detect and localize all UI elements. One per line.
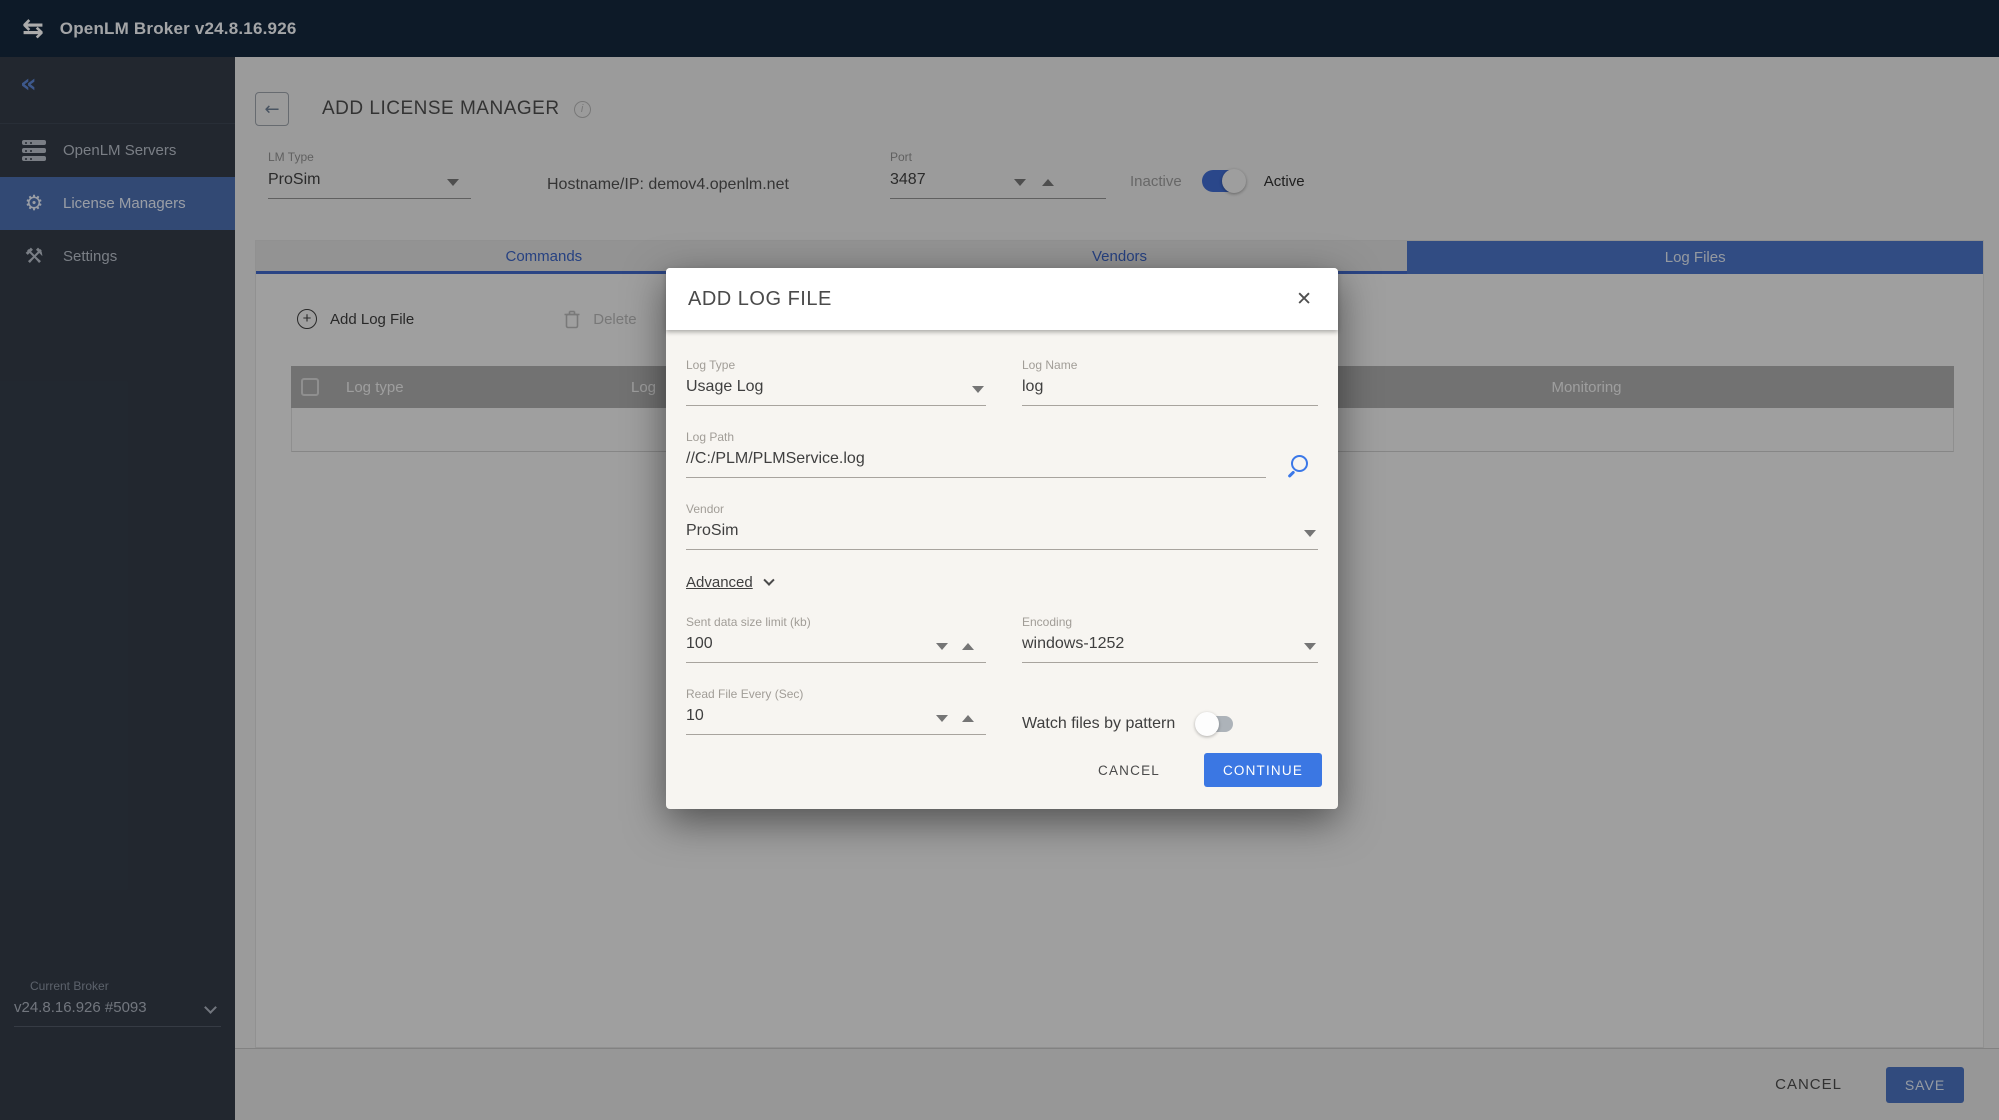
log-path-label: Log Path [686,430,1266,444]
dropdown-arrow-icon[interactable] [972,386,984,393]
dialog-continue-button[interactable]: CONTINUE [1204,753,1322,787]
encoding-label: Encoding [1022,615,1318,629]
dialog-header: ADD LOG FILE ✕ [666,268,1338,330]
dialog-cancel-button[interactable]: CANCEL [1084,755,1174,786]
vendor-select[interactable]: Vendor ProSim [686,502,1318,550]
vendor-label: Vendor [686,502,1318,516]
dialog-title: ADD LOG FILE [688,288,832,311]
app-root: ⇆ OpenLM Broker v24.8.16.926 « OpenLM Se… [0,0,1999,1120]
log-type-label: Log Type [686,358,986,372]
read-file-every-stepper[interactable]: Read File Every (Sec) 10 [686,687,986,735]
spinner-up-icon[interactable] [962,715,974,722]
dropdown-arrow-icon[interactable] [1304,643,1316,650]
dropdown-arrow-icon[interactable] [1304,530,1316,537]
log-path-value: //C:/PLM/PLMService.log [686,450,1266,478]
log-type-select[interactable]: Log Type Usage Log [686,358,986,406]
read-file-every-label: Read File Every (Sec) [686,687,986,701]
spinner-down-icon[interactable] [936,643,948,650]
chevron-down-icon [763,574,774,585]
dialog-footer: CANCEL CONTINUE [666,735,1338,809]
spinner-down-icon[interactable] [936,715,948,722]
sent-data-limit-label: Sent data size limit (kb) [686,615,986,629]
watch-files-toggle[interactable] [1197,716,1233,732]
watch-files-label: Watch files by pattern [1022,715,1175,733]
advanced-toggle[interactable]: Advanced [686,574,1318,591]
sent-data-limit-stepper[interactable]: Sent data size limit (kb) 100 [686,615,986,663]
log-type-value: Usage Log [686,378,986,406]
dialog-body: Log Type Usage Log Log Name log Log Path… [666,330,1338,735]
log-name-label: Log Name [1022,358,1318,372]
encoding-value: windows-1252 [1022,635,1318,663]
add-log-file-dialog: ADD LOG FILE ✕ Log Type Usage Log Log Na… [666,268,1338,809]
close-icon[interactable]: ✕ [1296,288,1312,310]
vendor-value: ProSim [686,522,1318,550]
log-path-field[interactable]: Log Path //C:/PLM/PLMService.log [686,430,1266,478]
advanced-label: Advanced [686,574,753,591]
search-icon[interactable] [1291,455,1308,472]
watch-files-row: Watch files by pattern [1022,713,1318,735]
encoding-select[interactable]: Encoding windows-1252 [1022,615,1318,663]
log-name-value: log [1022,378,1318,406]
log-name-field[interactable]: Log Name log [1022,358,1318,406]
spinner-up-icon[interactable] [962,643,974,650]
